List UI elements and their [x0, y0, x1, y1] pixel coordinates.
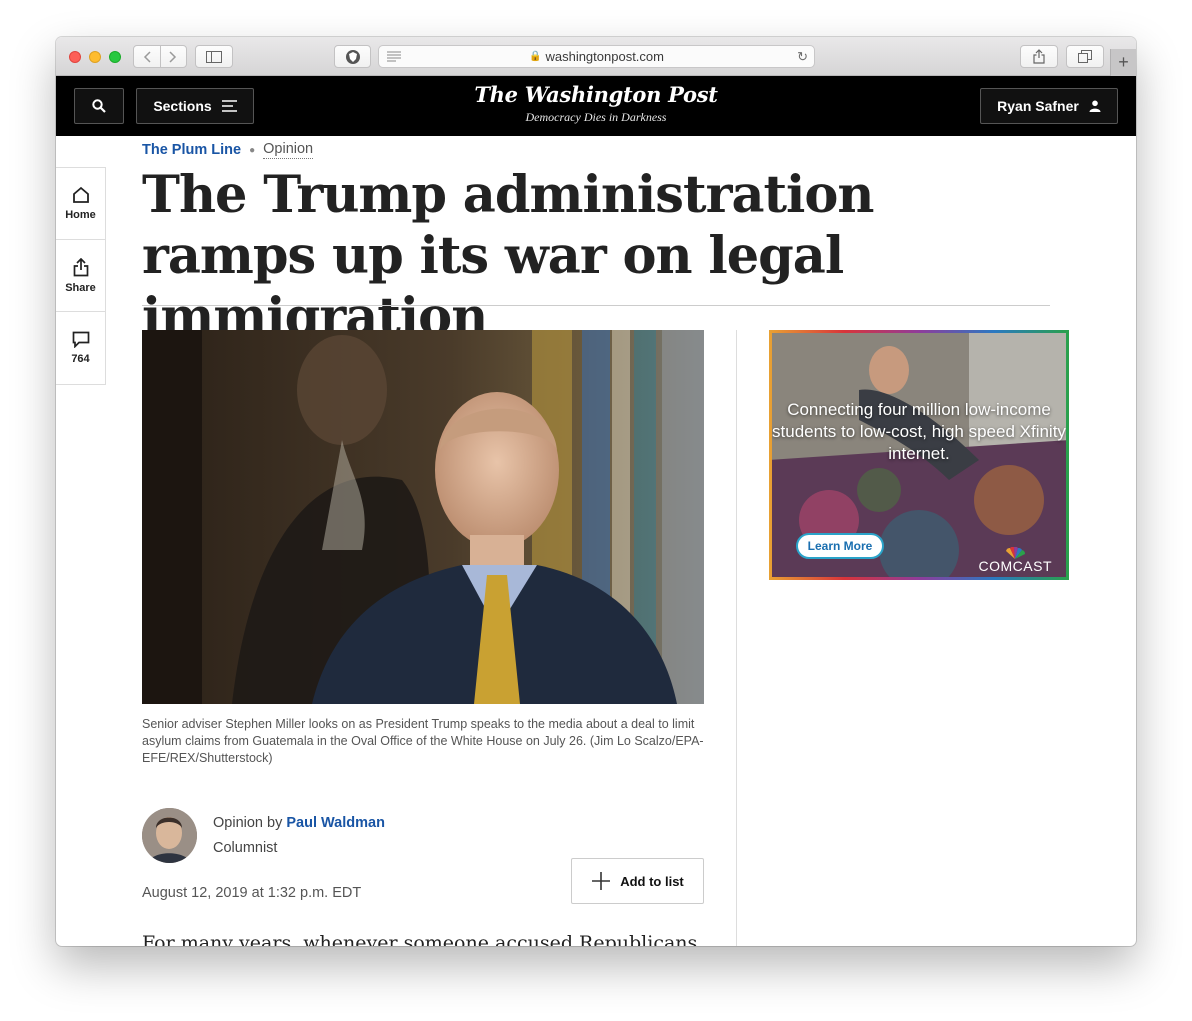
rail-home-label: Home: [65, 209, 96, 221]
site-logo[interactable]: The Washington Post: [446, 82, 746, 107]
search-icon: [92, 99, 106, 113]
add-to-list-label: Add to list: [620, 873, 684, 889]
author-avatar[interactable]: [142, 808, 197, 863]
shield-icon: [345, 49, 360, 64]
article-headline: The Trump administration ramps up its wa…: [142, 165, 875, 347]
photo-caption: Senior adviser Stephen Miller looks on a…: [142, 717, 704, 765]
sections-button[interactable]: Sections: [136, 88, 254, 124]
kicker-separator: ●: [249, 144, 256, 156]
author-role: Columnist: [213, 840, 278, 856]
comments-count: 764: [71, 353, 90, 365]
zoom-window-button[interactable]: [109, 51, 121, 63]
menu-icon: [221, 100, 237, 112]
lock-icon: 🔒: [529, 51, 542, 62]
tabs-icon: [1078, 50, 1092, 63]
share-icon: [73, 257, 88, 276]
user-icon: [1089, 100, 1101, 112]
publish-date: August 12, 2019 at 1:32 p.m. EDT: [142, 885, 362, 901]
history-nav: [133, 45, 187, 68]
user-name: Ryan Safner: [997, 98, 1079, 114]
learn-more-button[interactable]: Learn More: [796, 533, 884, 559]
forward-button[interactable]: [159, 46, 186, 67]
reader-view-icon[interactable]: [387, 50, 401, 65]
browser-toolbar: 🔒 washingtonpost.com ↻ +: [56, 37, 1136, 76]
url-text: washingtonpost.com: [545, 49, 664, 64]
sidebar-icon: [206, 50, 222, 63]
chevron-right-icon: [169, 50, 177, 63]
site-tagline: Democracy Dies in Darkness: [525, 110, 667, 124]
left-rail: Home Share 764: [56, 167, 106, 385]
sections-label: Sections: [153, 98, 212, 114]
byline-prefix: Opinion by: [213, 815, 283, 831]
browser-window: 🔒 washingtonpost.com ↻ + Sections The Wa…: [56, 37, 1136, 946]
address-bar[interactable]: 🔒 washingtonpost.com ↻: [378, 45, 815, 68]
rail-share-label: Share: [65, 281, 96, 294]
reload-icon[interactable]: ↻: [797, 49, 808, 65]
lead-photo[interactable]: [142, 330, 704, 704]
show-tabs-button[interactable]: [1066, 45, 1104, 68]
plus-icon: [592, 872, 611, 890]
author-meta: Opinion by Paul Waldman Columnist: [213, 808, 385, 863]
comcast-brand: COMCAST: [978, 558, 1052, 574]
chevron-left-icon: [143, 50, 151, 63]
sidebar-toggle-button[interactable]: [195, 45, 233, 68]
blog-link[interactable]: The Plum Line: [142, 142, 241, 158]
home-icon: [72, 186, 89, 203]
comment-icon: [72, 331, 89, 348]
comcast-logo: COMCAST: [979, 547, 1053, 574]
extension-button[interactable]: [334, 45, 371, 68]
new-tab-button[interactable]: +: [1110, 49, 1136, 76]
close-window-button[interactable]: [69, 51, 81, 63]
add-to-list-button[interactable]: Add to list: [571, 858, 704, 904]
comcast-ad[interactable]: Connecting four million low-income stude…: [769, 330, 1069, 580]
masthead[interactable]: The Washington Post Democracy Dies in Da…: [446, 82, 746, 125]
rail-share[interactable]: Share: [56, 240, 105, 312]
minimize-window-button[interactable]: [89, 51, 101, 63]
back-button[interactable]: [134, 46, 160, 67]
search-button[interactable]: [74, 88, 124, 124]
column-divider: [736, 330, 737, 946]
site-header: Sections The Washington Post Democracy D…: [56, 76, 1136, 136]
byline: Opinion by Paul Waldman Columnist: [142, 808, 385, 863]
browser-share-button[interactable]: [1020, 45, 1058, 68]
opinion-label[interactable]: Opinion: [263, 141, 314, 159]
share-icon: [1033, 49, 1045, 64]
article-body-first-line: For many years, whenever someone accused…: [142, 932, 702, 946]
rail-comments[interactable]: 764: [56, 312, 105, 384]
headline-divider: [142, 305, 1050, 306]
account-button[interactable]: Ryan Safner: [980, 88, 1118, 124]
rail-home[interactable]: Home: [56, 168, 105, 240]
author-link[interactable]: Paul Waldman: [286, 815, 385, 831]
article-kicker: The Plum Line ● Opinion: [142, 141, 314, 159]
ad-copy: Connecting four million low-income stude…: [772, 400, 1066, 463]
